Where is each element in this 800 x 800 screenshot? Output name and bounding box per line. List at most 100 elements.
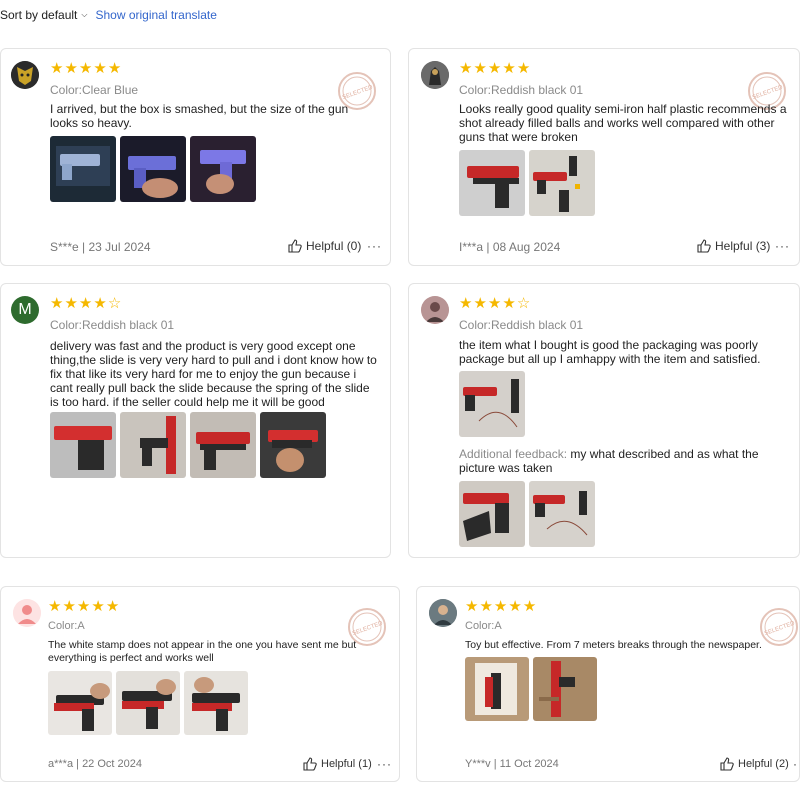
review-photo[interactable] xyxy=(50,136,116,202)
review-date: 11 Oct 2024 xyxy=(499,758,559,770)
avatar xyxy=(11,61,39,89)
star-icon: ★ xyxy=(502,295,516,312)
reviewer-name: I***a xyxy=(459,240,484,254)
review-photos xyxy=(465,657,597,721)
avatar xyxy=(421,296,449,324)
review-text: Toy but effective. From 7 meters breaks … xyxy=(465,639,762,651)
rating-stars: ★ ★ ★ ★ ☆ xyxy=(50,296,121,311)
star-icon: ★ xyxy=(459,60,473,77)
avatar xyxy=(429,599,457,627)
variant-color: Color:Reddish black 01 xyxy=(50,318,175,332)
svg-text:SELECTED: SELECTED xyxy=(342,84,374,101)
review-date: 22 Oct 2024 xyxy=(82,758,142,770)
review-photos xyxy=(50,412,326,478)
star-icon: ★ xyxy=(479,598,493,615)
avatar: M xyxy=(11,296,39,324)
review-text: the item what I bought is good the packa… xyxy=(459,338,761,366)
star-icon: ★ xyxy=(50,60,64,77)
review-photos xyxy=(459,371,525,437)
show-original-link[interactable]: Show original translate xyxy=(95,8,216,22)
star-icon: ★ xyxy=(459,295,473,312)
review-meta: S***e | 23 Jul 2024 xyxy=(50,240,151,254)
review-text: Looks really good quality semi-iron half… xyxy=(459,102,787,144)
star-icon: ★ xyxy=(473,295,487,312)
star-icon: ★ xyxy=(487,60,502,77)
variant-color: Color:Clear Blue xyxy=(50,83,139,97)
review-photo[interactable] xyxy=(260,412,326,478)
star-icon: ★ xyxy=(493,598,508,615)
helpful-button[interactable]: Helpful (3) xyxy=(697,239,770,253)
star-icon: ★ xyxy=(508,598,522,615)
review-photo[interactable] xyxy=(120,412,186,478)
additional-feedback: Additional feedback: my what described a… xyxy=(459,447,789,475)
review-meta: I***a | 08 Aug 2024 xyxy=(459,240,561,254)
more-icon[interactable]: ··· xyxy=(367,239,382,253)
review-photos xyxy=(459,150,595,216)
additional-feedback-label: Additional feedback: xyxy=(459,447,568,461)
rating-stars: ★ ★ ★ ★ ★ xyxy=(50,61,121,76)
svg-text:SELECTED: SELECTED xyxy=(352,620,384,637)
review-card: ★ ★ ★ ★ ★ SELECTED Color:Reddish black 0… xyxy=(408,48,800,266)
rating-stars: ★ ★ ★ ★ ☆ xyxy=(459,296,530,311)
review-text: I arrived, but the box is smashed, but t… xyxy=(50,102,349,130)
review-photo[interactable] xyxy=(190,412,256,478)
review-photos xyxy=(50,136,256,202)
star-icon: ★ xyxy=(107,60,122,77)
helpful-button[interactable]: Helpful (0) xyxy=(288,239,361,253)
chevron-down-icon: ⌵ xyxy=(81,10,88,19)
review-card: ★ ★ ★ ★ ★ SELECTED Color:A Toy but effec… xyxy=(416,586,800,782)
star-empty-icon: ☆ xyxy=(107,295,122,312)
review-text: delivery was fast and the product is ver… xyxy=(50,339,377,409)
more-icon[interactable]: ··· xyxy=(793,757,799,771)
thumbs-up-icon xyxy=(303,757,317,771)
star-icon: ★ xyxy=(487,295,502,312)
star-icon: ★ xyxy=(78,295,93,312)
thumbs-up-icon xyxy=(288,239,302,253)
review-photo[interactable] xyxy=(533,657,597,721)
avatar-letter: M xyxy=(18,301,32,318)
review-photo[interactable] xyxy=(120,136,186,202)
star-icon: ★ xyxy=(93,295,107,312)
review-meta: Y***v | 11 Oct 2024 xyxy=(465,758,559,770)
more-icon[interactable]: ··· xyxy=(377,757,392,771)
variant-color: Color:A xyxy=(465,620,502,632)
review-photo[interactable] xyxy=(50,412,116,478)
star-empty-icon: ☆ xyxy=(516,295,531,312)
helpful-button[interactable]: Helpful (1) xyxy=(303,757,372,771)
review-photo[interactable] xyxy=(529,481,595,547)
reviewer-name: S***e xyxy=(50,240,79,254)
review-card: ★ ★ ★ ★ ★ SELECTED Color:A The white sta… xyxy=(0,586,400,782)
review-photo[interactable] xyxy=(529,150,595,216)
star-icon: ★ xyxy=(48,598,62,615)
star-icon: ★ xyxy=(502,60,516,77)
sort-dropdown[interactable]: Sort by default ⌵ xyxy=(0,8,87,22)
review-photo[interactable] xyxy=(459,150,525,216)
variant-color: Color:A xyxy=(48,620,85,632)
star-icon: ★ xyxy=(516,60,531,77)
svg-text:SELECTED: SELECTED xyxy=(752,84,784,101)
avatar xyxy=(421,61,449,89)
star-icon: ★ xyxy=(64,60,78,77)
rating-stars: ★ ★ ★ ★ ★ xyxy=(465,599,536,614)
svg-text:SELECTED: SELECTED xyxy=(764,620,796,637)
review-photo[interactable] xyxy=(48,671,112,735)
review-photo[interactable] xyxy=(465,657,529,721)
reviewer-name: Y***v xyxy=(465,758,491,770)
helpful-button[interactable]: Helpful (2) xyxy=(720,757,789,771)
review-photo[interactable] xyxy=(459,371,525,437)
review-photo[interactable] xyxy=(116,671,180,735)
review-date: 08 Aug 2024 xyxy=(492,240,561,254)
review-photo[interactable] xyxy=(184,671,248,735)
review-card: ★ ★ ★ ★ ☆ Color:Reddish black 01 the ite… xyxy=(408,283,800,558)
review-photos xyxy=(48,671,248,735)
rating-stars: ★ ★ ★ ★ ★ xyxy=(48,599,119,614)
toolbar: Sort by default ⌵ Show original translat… xyxy=(0,6,217,24)
review-photo[interactable] xyxy=(190,136,256,202)
thumbs-up-icon xyxy=(720,757,734,771)
review-photo[interactable] xyxy=(459,481,525,547)
review-date: 23 Jul 2024 xyxy=(88,240,151,254)
review-meta: a***a | 22 Oct 2024 xyxy=(48,758,142,770)
rating-stars: ★ ★ ★ ★ ★ xyxy=(459,61,530,76)
variant-color: Color:Reddish black 01 xyxy=(459,83,584,97)
more-icon[interactable]: ··· xyxy=(775,239,790,253)
